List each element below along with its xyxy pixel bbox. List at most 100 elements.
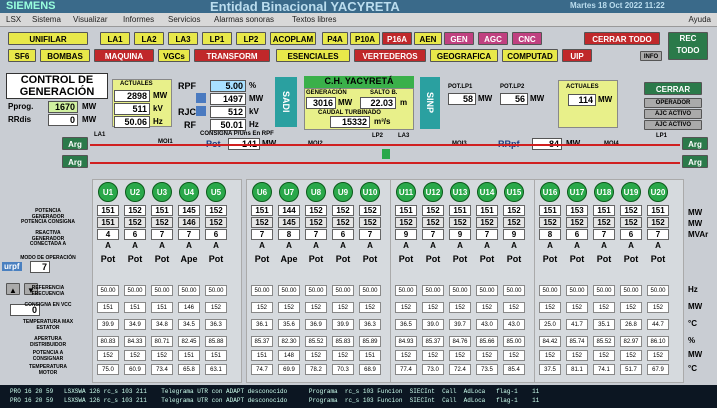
arrow-icon[interactable] xyxy=(196,93,206,103)
tempmotor-cell: 68.9 xyxy=(359,364,381,375)
ch-title: C.H. YACYRETÁ xyxy=(304,76,414,88)
potencia-cell: 151 xyxy=(647,205,669,216)
gen-value: 3016 xyxy=(306,97,336,109)
potcons-cell: 148 xyxy=(278,350,300,361)
unit-15: U15 xyxy=(504,182,524,202)
menu-visualizar[interactable]: Visualizar xyxy=(73,15,108,24)
consvcc-label: CONSIGNA EN VCC xyxy=(24,302,72,308)
potcons-cell: 152 xyxy=(476,350,498,361)
btn-cerrar[interactable]: CERRAR xyxy=(644,82,702,95)
reactiva-cell: 7 xyxy=(251,229,273,240)
menu-informes[interactable]: Informes xyxy=(123,15,154,24)
status-bar: PRO 16 20 59 LSXSWA 126 rc_s 103 211 Tel… xyxy=(0,385,717,408)
unit-17: U17 xyxy=(567,182,587,202)
btn-cnc[interactable]: CNC xyxy=(512,32,542,45)
modo-label: MODO DE OPERACIÓN xyxy=(20,255,76,261)
btn-uip[interactable]: UIP xyxy=(562,49,592,62)
menu-ayuda[interactable]: Ayuda xyxy=(688,15,711,24)
btn-bombas[interactable]: BOMBAS xyxy=(40,49,90,62)
reactiva-cell: 6 xyxy=(566,229,588,240)
rpf-value[interactable]: 5.00 xyxy=(210,80,246,92)
potlp1-value: 58 xyxy=(448,93,476,105)
consigna-cell: 145 xyxy=(278,217,300,228)
referencia-cell: 50.00 xyxy=(593,285,615,296)
apertura-cell: 84.76 xyxy=(449,336,471,347)
menu-servicios[interactable]: Servicios xyxy=(168,15,200,24)
btn-rec-todo[interactable]: REC TODO xyxy=(668,32,708,60)
pprog-unit: MW xyxy=(82,102,97,111)
btn-ajc-activo-1[interactable]: AJC ACTIVO xyxy=(644,109,702,119)
btn-p4a[interactable]: P4A xyxy=(322,32,348,45)
conectada-cell: A xyxy=(547,241,553,250)
referencia-cell: 50.00 xyxy=(205,285,227,296)
btn-gen[interactable]: GEN xyxy=(444,32,474,45)
referencia-cell: 50.00 xyxy=(566,285,588,296)
referencia-cell: 50.00 xyxy=(332,285,354,296)
btn-lp1[interactable]: LP1 xyxy=(202,32,232,45)
menu-bar: LSX Sistema Visualizar Informes Servicio… xyxy=(0,13,717,27)
reactiva-cell: 8 xyxy=(278,229,300,240)
menu-alarmas[interactable]: Alarmas sonoras xyxy=(214,15,274,24)
btn-la1[interactable]: LA1 xyxy=(100,32,130,45)
consvcc-cell: 151 xyxy=(97,302,119,313)
caudal-unit: m³/s xyxy=(374,117,391,126)
urpf-value[interactable]: 7 xyxy=(30,261,50,273)
arrow-icon[interactable] xyxy=(196,106,206,116)
act-kv-unit: kV xyxy=(153,104,163,113)
temp-cell: 34.8 xyxy=(151,319,173,330)
tempmotor-cell: 65.8 xyxy=(178,364,200,375)
btn-operador[interactable]: OPERADOR xyxy=(644,98,702,108)
temp-cell: 25.0 xyxy=(539,319,561,330)
tempmotor-cell: 70.3 xyxy=(332,364,354,375)
modo-cell: Pot xyxy=(398,254,414,264)
potencia-cell: 151 xyxy=(593,205,615,216)
act-hz-unit: Hz xyxy=(153,117,163,126)
btn-p10a[interactable]: P10A xyxy=(350,32,380,45)
btn-la2[interactable]: LA2 xyxy=(134,32,164,45)
app-title: Entidad Binacional YACYRETA xyxy=(210,0,400,14)
btn-info[interactable]: INFO xyxy=(640,51,662,61)
btn-agc[interactable]: AGC xyxy=(478,32,508,45)
potlp2-value: 56 xyxy=(500,93,528,105)
reactiva-cell: 6 xyxy=(332,229,354,240)
referencia-cell: 50.00 xyxy=(539,285,561,296)
modo-cell: Pot xyxy=(154,254,170,264)
btn-vgcs[interactable]: VGCs xyxy=(158,49,190,62)
unit-5: U5 xyxy=(206,182,226,202)
referencia-cell: 50.00 xyxy=(278,285,300,296)
menu-textos[interactable]: Textos libres xyxy=(292,15,336,24)
btn-aen[interactable]: AEN xyxy=(414,32,442,45)
menu-sistema[interactable]: Sistema xyxy=(32,15,61,24)
btn-cerrar-todo[interactable]: CERRAR TODO xyxy=(584,32,660,45)
btn-la3[interactable]: LA3 xyxy=(168,32,198,45)
btn-sadi[interactable]: SADI xyxy=(275,77,297,127)
btn-transform[interactable]: TRANSFORM xyxy=(194,49,270,62)
row-unit: MW xyxy=(688,302,703,311)
btn-computad[interactable]: COMPUTAD xyxy=(502,49,558,62)
menu-lsx[interactable]: LSX xyxy=(6,15,21,24)
btn-unifilar[interactable]: UNIFILAR xyxy=(8,32,88,45)
btn-sf6[interactable]: SF6 xyxy=(8,49,36,62)
potcons-cell: 152 xyxy=(566,350,588,361)
potcons-cell: 152 xyxy=(97,350,119,361)
reactiva-cell: 7 xyxy=(178,229,200,240)
unit-6: U6 xyxy=(252,182,272,202)
temp-cell: 39.7 xyxy=(449,319,471,330)
potcons-cell: 152 xyxy=(395,350,417,361)
btn-p16a[interactable]: P16A xyxy=(382,32,412,45)
btn-lp2[interactable]: LP2 xyxy=(236,32,266,45)
btn-sinp[interactable]: SINP xyxy=(420,77,440,129)
consvcc-cell: 152 xyxy=(503,302,525,313)
apertura-cell: 84.33 xyxy=(124,336,146,347)
modo-cell: Pot xyxy=(479,254,495,264)
btn-acoplam[interactable]: ACOPLAM xyxy=(270,32,316,45)
apertura-cell: 84.42 xyxy=(539,336,561,347)
consigna-cell: 152 xyxy=(151,217,173,228)
conectada-cell: A xyxy=(601,241,607,250)
btn-maquina[interactable]: MAQUINA xyxy=(94,49,154,62)
btn-esenciales[interactable]: ESENCIALES xyxy=(276,49,350,62)
modo-cell: Pot xyxy=(425,254,441,264)
btn-vertederos[interactable]: VERTEDEROS xyxy=(354,49,426,62)
up-arrow-icon[interactable]: ▲ xyxy=(6,283,20,295)
btn-geografica[interactable]: GEOGRAFICA xyxy=(430,49,498,62)
